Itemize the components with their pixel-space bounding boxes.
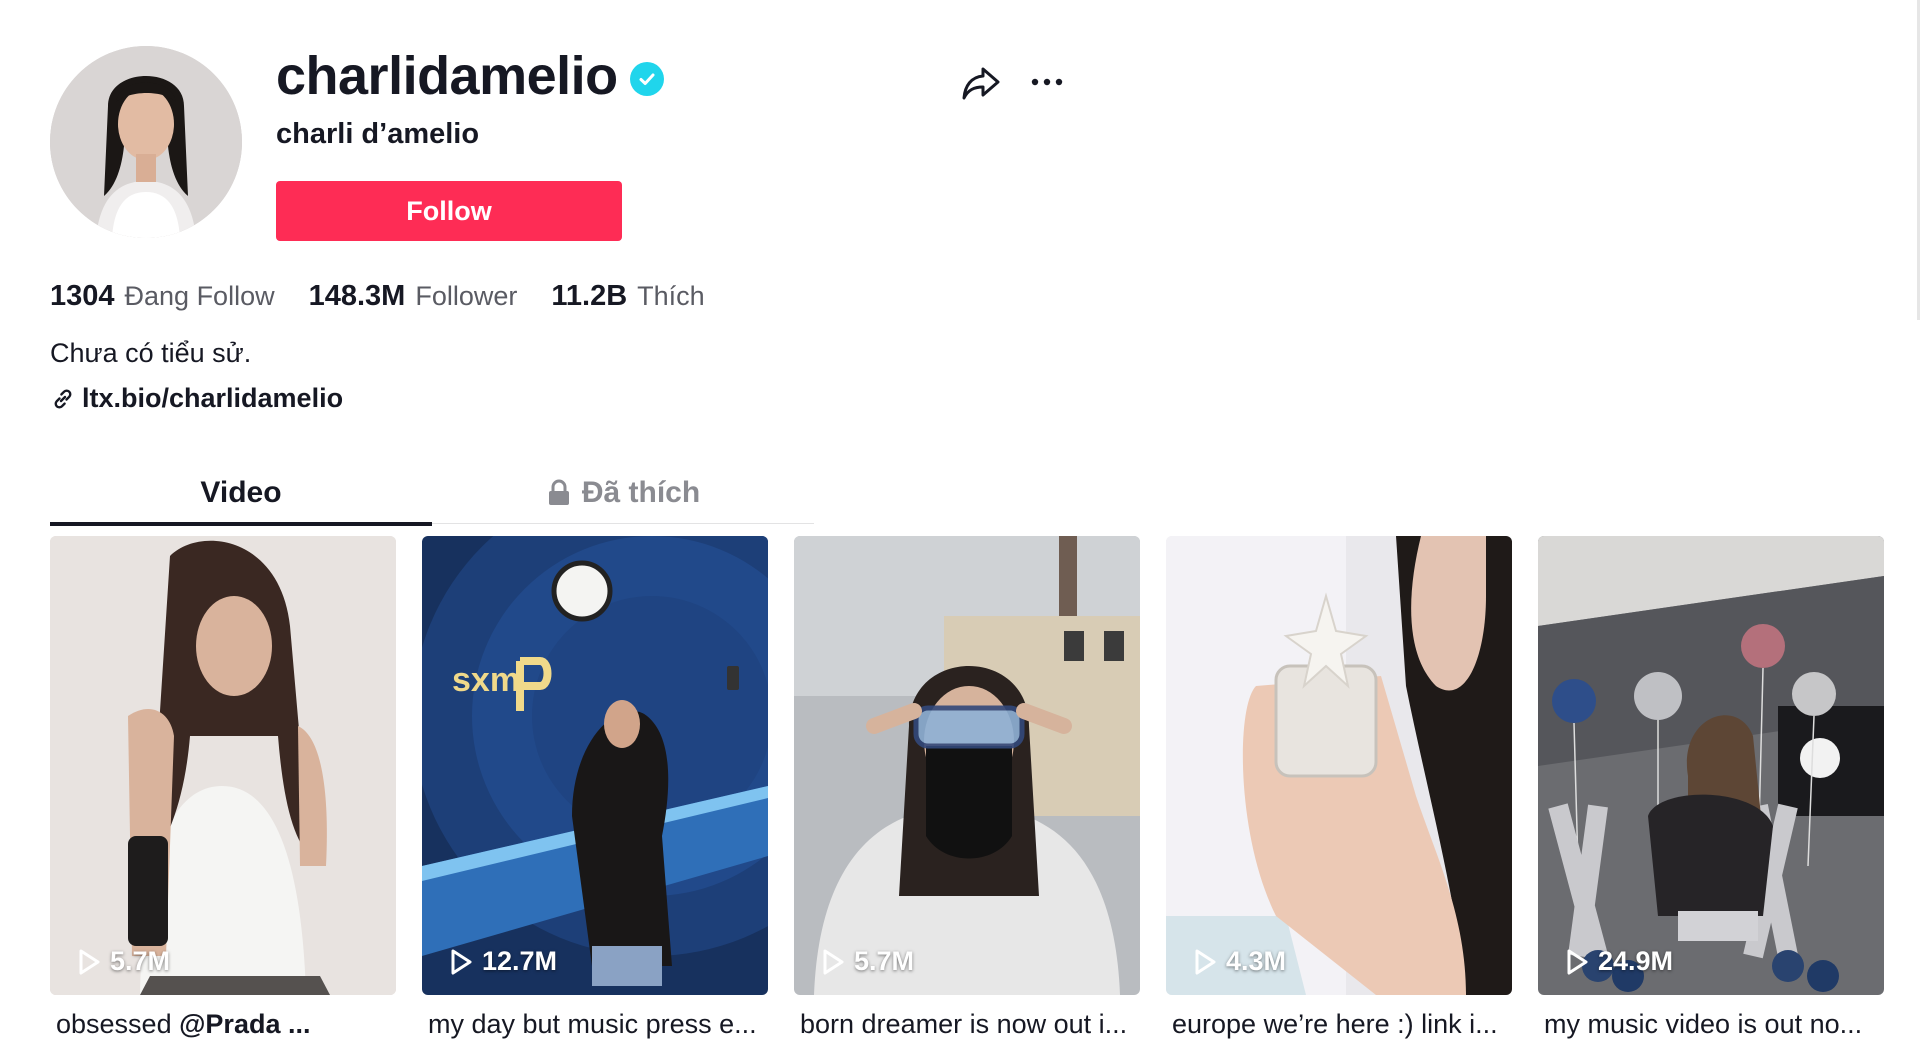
video-thumbnail[interactable]: 5.7M — [50, 536, 396, 995]
play-icon — [451, 949, 472, 974]
caption-text: my day but music press e... — [428, 1009, 757, 1039]
likes-count: 11.2B — [551, 280, 628, 312]
view-count-text: 12.7M — [482, 946, 558, 976]
caption-text: europe we’re here :) link i... — [1172, 1009, 1498, 1039]
likes-label: Thích — [637, 281, 705, 311]
verified-badge-icon — [629, 62, 664, 96]
bio-text: Chưa có tiểu sử. — [50, 338, 252, 368]
username: charlidamelio — [276, 46, 618, 106]
video-card[interactable]: sxm 12.7M my day but music press e... — [422, 536, 768, 1040]
tab-liked[interactable]: Đã thích — [432, 462, 814, 524]
caption-mention[interactable]: @Prada ... — [179, 1009, 310, 1039]
play-icon — [1195, 949, 1216, 974]
play-icon — [79, 949, 100, 974]
profile-stats: 1304 Đang Follow 148.3M Follower 11.2B T… — [50, 280, 705, 313]
caption-text: my music video is out no... — [1544, 1009, 1863, 1039]
username-row: charlidamelio — [276, 44, 664, 108]
profile-tabs: Video Đã thích — [50, 462, 814, 526]
svg-text:sxm: sxm — [452, 661, 520, 699]
view-count: 5.7M — [820, 946, 914, 977]
caption-text: obsessed — [56, 1009, 180, 1039]
video-thumbnail-image: sxm — [422, 536, 768, 995]
video-thumbnail[interactable]: 24.9M — [1538, 536, 1884, 995]
view-count-text: 4.3M — [1226, 946, 1287, 976]
bio-link[interactable]: ltx.bio/charlidamelio — [50, 383, 343, 414]
video-caption[interactable]: europe we’re here :) link i... — [1166, 1009, 1512, 1040]
view-count: 24.9M — [1564, 946, 1673, 977]
more-options-button[interactable] — [1024, 60, 1070, 106]
video-grid: 5.7M obsessed @Prada ... sxm 12.7M my da… — [50, 536, 1884, 1040]
following-label: Đang Follow — [124, 281, 275, 311]
follow-button[interactable]: Follow — [276, 181, 622, 241]
tab-videos-label: Video — [200, 476, 282, 509]
followers-count: 148.3M — [308, 280, 406, 312]
share-arrow-icon — [962, 67, 1000, 100]
play-icon — [823, 949, 844, 974]
following-stat[interactable]: 1304 Đang Follow — [50, 280, 275, 313]
avatar[interactable] — [50, 46, 242, 238]
video-thumbnail-image — [1538, 536, 1884, 995]
video-card[interactable]: 24.9M my music video is out no... — [1538, 536, 1884, 1040]
video-caption[interactable]: obsessed @Prada ... — [50, 1009, 396, 1040]
video-caption[interactable]: born dreamer is now out i... — [794, 1009, 1140, 1040]
video-card[interactable]: 5.7M born dreamer is now out i... — [794, 536, 1140, 1040]
nickname: charli d’amelio — [276, 118, 480, 150]
followers-label: Follower — [415, 281, 518, 311]
video-thumbnail[interactable]: 5.7M — [794, 536, 1140, 995]
likes-stat: 11.2B Thích — [551, 280, 704, 313]
video-caption[interactable]: my day but music press e... — [422, 1009, 768, 1040]
view-count: 12.7M — [448, 946, 557, 977]
view-count: 4.3M — [1192, 946, 1286, 977]
video-thumbnail[interactable]: 4.3M — [1166, 536, 1512, 995]
video-thumbnail[interactable]: sxm 12.7M — [422, 536, 768, 995]
bio-link-text[interactable]: ltx.bio/charlidamelio — [82, 383, 343, 414]
view-count-text: 24.9M — [1598, 946, 1674, 976]
tab-liked-label: Đã thích — [581, 476, 701, 509]
tab-videos[interactable]: Video — [50, 462, 432, 526]
view-count: 5.7M — [76, 946, 170, 977]
view-count-text: 5.7M — [854, 946, 915, 976]
video-card[interactable]: 4.3M europe we’re here :) link i... — [1166, 536, 1512, 1040]
lock-icon — [548, 479, 569, 505]
view-count-text: 5.7M — [110, 946, 171, 976]
video-card[interactable]: 5.7M obsessed @Prada ... — [50, 536, 396, 1040]
avatar-photo — [50, 46, 242, 238]
more-dots-icon — [1031, 78, 1063, 86]
video-thumbnail-image — [50, 536, 396, 995]
following-count: 1304 — [50, 280, 115, 312]
profile-page: charlidamelio charli d’amelio Follow 130… — [0, 0, 1920, 1062]
video-caption[interactable]: my music video is out no... — [1538, 1009, 1884, 1040]
video-thumbnail-image — [1166, 536, 1512, 995]
caption-text: born dreamer is now out i... — [800, 1009, 1128, 1039]
share-button[interactable] — [958, 60, 1004, 106]
play-icon — [1567, 949, 1588, 974]
followers-stat[interactable]: 148.3M Follower — [309, 280, 518, 313]
video-thumbnail-image — [794, 536, 1140, 995]
link-chain-icon — [54, 388, 72, 409]
